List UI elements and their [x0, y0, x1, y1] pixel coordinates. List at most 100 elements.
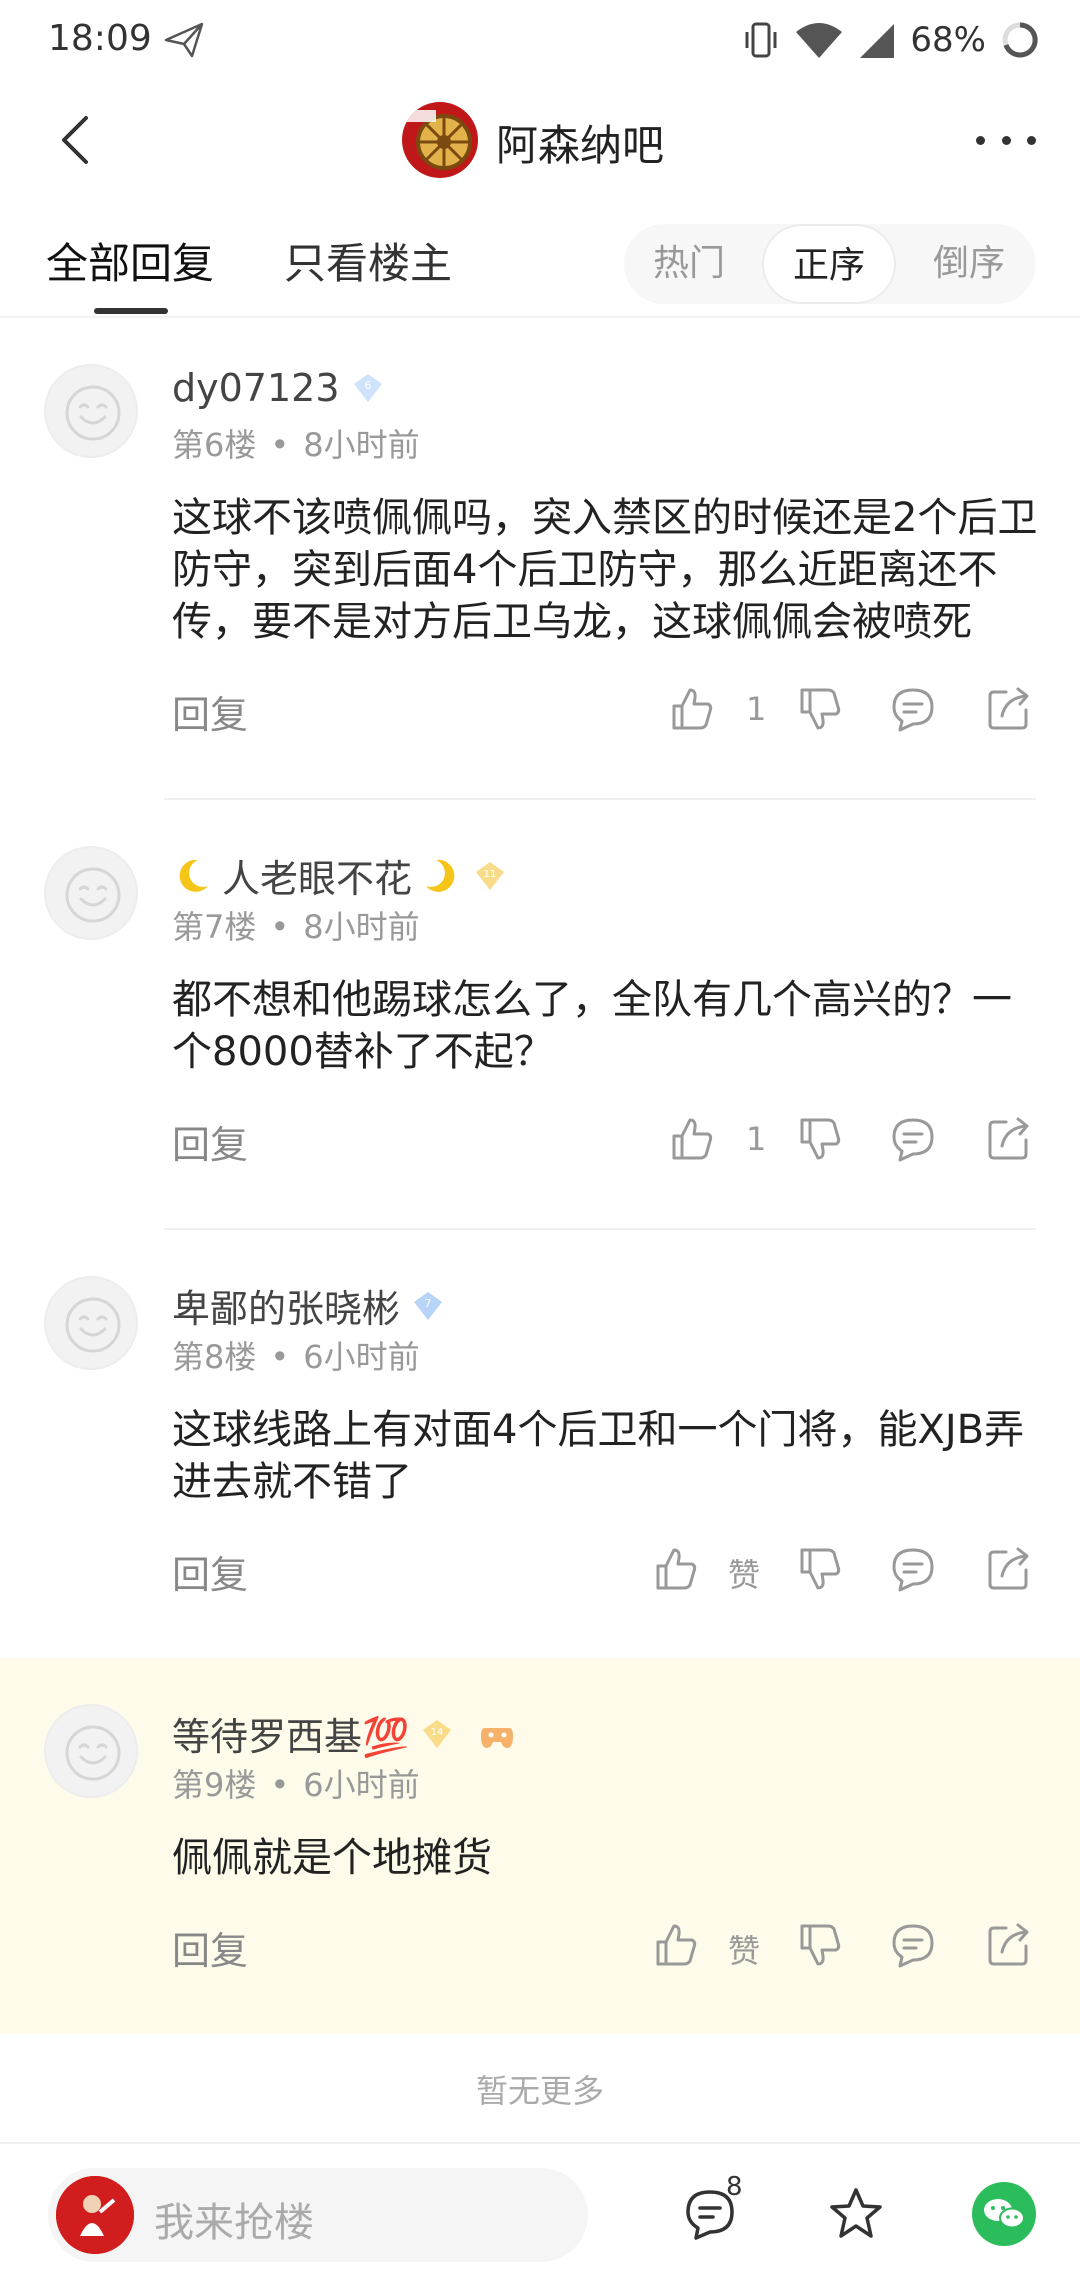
avatar[interactable] [44, 846, 138, 940]
avatar[interactable] [44, 364, 138, 458]
default-avatar-icon [63, 383, 123, 443]
post-content: 这球线路上有对面4个后卫和一个门将，能XJB弄进去就不错了 [172, 1407, 1025, 1505]
post-actions: 回复 赞 [0, 1914, 1080, 1978]
share-icon[interactable] [984, 684, 1034, 734]
moon-emoji-icon [426, 859, 455, 892]
post-time: 6小时前 [303, 1766, 420, 1804]
wechat-glyph-icon [984, 2199, 1025, 2229]
post-item-highlighted: 等待罗西基💯 14 第9楼 • 6小时前 佩佩就是个地摊货 回复 赞 [0, 1658, 1080, 2034]
floor-number: 第6楼 [172, 426, 257, 464]
avatar[interactable] [44, 1276, 138, 1370]
floor-number: 第8楼 [172, 1338, 257, 1376]
like-count: 1 [746, 690, 767, 728]
comment-icon[interactable] [888, 1114, 938, 1164]
signal-icon [860, 24, 895, 58]
like-icon[interactable] [650, 1920, 700, 1970]
wifi-icon [796, 23, 843, 58]
wechat-icon[interactable] [972, 2182, 1036, 2246]
like-label: 赞 [728, 1556, 761, 1594]
post-time: 8小时前 [303, 426, 420, 464]
more-icon[interactable] [976, 120, 1036, 160]
divider [164, 798, 1036, 800]
top-nav: 阿森纳吧 [0, 90, 1080, 190]
reply-button[interactable]: 回复 [172, 1920, 248, 1975]
username[interactable]: 人老眼不花 [222, 848, 412, 903]
avatar[interactable] [44, 1704, 138, 1798]
status-indicators: 68% [742, 16, 1040, 64]
floor-number: 第9楼 [172, 1766, 257, 1804]
level-badge-icon: 7 [414, 1291, 443, 1320]
no-more-label: 暂无更多 [475, 2072, 604, 2110]
level-badge-icon: 11 [476, 861, 505, 890]
comment-count: 8 [726, 2172, 743, 2202]
active-tab-indicator [94, 308, 168, 314]
post-item: dy07123 6 第6楼 • 8小时前 这球不该喷佩佩吗，突入禁区的时候还是2个后… [0, 320, 1080, 800]
tab-op-only[interactable]: 只看楼主 [284, 230, 452, 291]
post-meta: 第9楼 • 6小时前 [172, 1766, 420, 1804]
comment-icon[interactable] [888, 684, 938, 734]
reply-button[interactable]: 回复 [172, 684, 248, 739]
reply-button[interactable]: 回复 [172, 1544, 248, 1599]
level-badge-icon: 6 [353, 374, 382, 402]
floor-number: 第7楼 [172, 908, 257, 946]
vibrate-icon [745, 22, 777, 58]
status-bar: 18:09 68% [0, 0, 1080, 80]
like-icon[interactable] [666, 684, 716, 734]
my-avatar [56, 2176, 134, 2254]
forum-title[interactable]: 阿森纳吧 [496, 112, 664, 173]
post-actions: 回复 1 [0, 678, 1080, 742]
forum-logo[interactable] [402, 102, 478, 178]
default-avatar-icon [63, 1723, 123, 1783]
dislike-icon[interactable] [794, 684, 844, 734]
reply-placeholder: 我来抢楼 [154, 2200, 314, 2246]
level-number: 6 [364, 379, 371, 392]
sort-ascending[interactable]: 正序 [762, 224, 896, 304]
reply-input[interactable]: 我来抢楼 [48, 2168, 588, 2262]
dislike-icon[interactable] [794, 1114, 844, 1164]
sort-descending[interactable]: 倒序 [904, 224, 1034, 304]
dislike-icon[interactable] [794, 1920, 844, 1970]
sort-hot[interactable]: 热门 [624, 224, 754, 304]
level-badge-icon: 14 [423, 1719, 452, 1748]
username-row: 卑鄙的张晓彬 7 [172, 1278, 446, 1333]
username[interactable]: 等待罗西基💯 [172, 1706, 409, 1761]
divider [164, 1228, 1036, 1230]
player-avatar-icon [56, 2176, 134, 2254]
post-content: 佩佩就是个地摊货 [172, 1835, 492, 1881]
share-icon[interactable] [984, 1114, 1034, 1164]
post-actions: 回复 1 [0, 1108, 1080, 1172]
like-count: 1 [746, 1120, 767, 1158]
reply-button[interactable]: 回复 [172, 1114, 248, 1169]
level-number: 11 [484, 869, 497, 880]
sort-toggle: 热门 正序 倒序 [624, 224, 1036, 304]
more-dot [1027, 135, 1036, 145]
star-icon[interactable] [826, 2184, 886, 2244]
status-time: 18:09 [48, 18, 152, 59]
default-avatar-icon [63, 865, 123, 925]
post-item: 人老眼不花 11 第7楼 • 8小时前 都不想和他踢球怎么了，全队有几个高兴的？一个… [0, 802, 1080, 1230]
more-dot [976, 135, 985, 145]
tab-all-replies[interactable]: 全部回复 [46, 230, 214, 291]
battery-ring-icon [1002, 22, 1038, 58]
gamepad-badge-icon [481, 1727, 514, 1748]
share-icon[interactable] [984, 1544, 1034, 1594]
moon-emoji-icon [179, 859, 208, 892]
reply-tabs: 全部回复 只看楼主 热门 正序 倒序 [0, 210, 1080, 318]
level-number: 14 [431, 1727, 444, 1738]
username-row: 人老眼不花 11 [172, 848, 508, 903]
dislike-icon[interactable] [794, 1544, 844, 1594]
like-icon[interactable] [666, 1114, 716, 1164]
post-item: 卑鄙的张晓彬 7 第8楼 • 6小时前 这球线路上有对面4个后卫和一个门将，能XJB… [0, 1232, 1080, 1658]
back-icon[interactable] [50, 112, 106, 168]
comment-icon[interactable] [888, 1544, 938, 1594]
comment-icon[interactable] [888, 1920, 938, 1970]
like-icon[interactable] [650, 1544, 700, 1594]
post-content: 都不想和他踢球怎么了，全队有几个高兴的？一个8000替补了不起？ [172, 977, 1012, 1075]
share-icon[interactable] [984, 1920, 1034, 1970]
cannon-logo-icon [402, 102, 478, 178]
battery-percent: 68% [910, 20, 986, 60]
more-dot [1001, 135, 1011, 145]
username[interactable]: dy07123 [172, 366, 340, 410]
post-meta: 第7楼 • 8小时前 [172, 908, 420, 946]
username[interactable]: 卑鄙的张晓彬 [172, 1278, 400, 1333]
